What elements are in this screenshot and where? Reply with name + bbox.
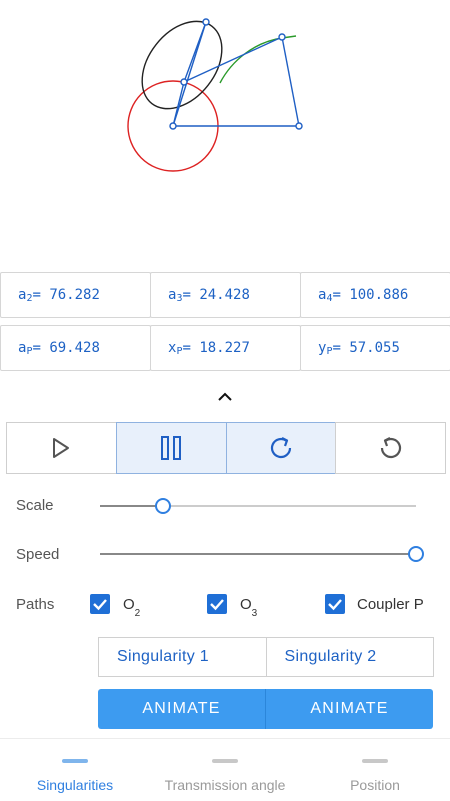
checkmark-icon (93, 599, 107, 611)
pause-button[interactable] (115, 422, 227, 474)
play-button[interactable] (6, 422, 117, 474)
reload-button[interactable] (225, 422, 337, 474)
nav-tab-transmission-angle[interactable]: Transmission angle (150, 739, 300, 801)
reload-icon (270, 437, 291, 459)
joint-o4[interactable] (295, 122, 303, 130)
joint-p[interactable] (202, 18, 210, 26)
animate-singularity-1-button[interactable]: ANIMATE (98, 689, 266, 729)
playback-controls (6, 422, 446, 474)
scale-slider-thumb[interactable] (155, 498, 172, 514)
play-icon (53, 438, 70, 458)
checkmark-icon (210, 599, 224, 611)
param-row-2: aP = 69.428 xP = 18.227 yP = 57.055 (0, 325, 450, 371)
o2-path-checkbox[interactable] (90, 594, 110, 614)
singularity-selector: Singularity 1 Singularity 2 (98, 637, 434, 677)
nav-tab-position[interactable]: Position (300, 739, 450, 801)
speed-slider-thumb[interactable] (408, 546, 424, 562)
linkage-canvas[interactable] (0, 0, 450, 260)
param-xp[interactable]: xP = 18.227 (150, 325, 301, 371)
param-ap[interactable]: aP = 69.428 (0, 325, 151, 371)
nav-tab-label: Transmission angle (164, 777, 286, 793)
nav-tab-singularities[interactable]: Singularities (0, 739, 150, 801)
speed-slider-fill (100, 553, 416, 555)
animate-singularity-2-button[interactable]: ANIMATE (266, 689, 433, 729)
nav-tab-label: Position (350, 777, 400, 793)
param-yp[interactable]: yP = 57.055 (300, 325, 450, 371)
tab-indicator (212, 759, 238, 763)
singularity-2-button[interactable]: Singularity 2 (265, 637, 434, 677)
reset-button[interactable] (335, 422, 446, 474)
checkmark-icon (328, 599, 342, 611)
tab-indicator (362, 759, 388, 763)
param-row-1: a2 = 76.282 a3 = 24.428 a4 = 100.886 (0, 272, 450, 318)
o2-path-label: O2 (123, 596, 141, 619)
rocker-link (281, 36, 300, 127)
param-a2[interactable]: a2 = 76.282 (0, 272, 151, 318)
joint-o2[interactable] (169, 122, 177, 130)
param-a3[interactable]: a3 = 24.428 (150, 272, 301, 318)
speed-slider[interactable] (100, 546, 424, 562)
param-a4[interactable]: a4 = 100.886 (300, 272, 450, 318)
animate-buttons: ANIMATE ANIMATE (98, 689, 433, 729)
scale-label: Scale (16, 497, 54, 514)
tab-indicator (62, 759, 88, 763)
singularity-1-button[interactable]: Singularity 1 (98, 637, 267, 677)
speed-label: Speed (16, 546, 60, 563)
joint-a[interactable] (180, 78, 188, 86)
nav-tab-label: Singularities (36, 777, 114, 793)
scale-slider[interactable] (100, 498, 416, 514)
coupler-path-label: Coupler P (357, 596, 424, 613)
pause-icon (161, 436, 182, 460)
coupler-path-checkbox[interactable] (325, 594, 345, 614)
scale-slider-fill (100, 505, 164, 507)
chevron-up-icon[interactable] (214, 389, 236, 405)
o3-path-checkbox[interactable] (207, 594, 227, 614)
reset-icon (380, 437, 401, 459)
bottom-navigation: Singularities Transmission angle Positio… (0, 738, 450, 801)
paths-label: Paths (16, 596, 55, 613)
joint-b[interactable] (278, 33, 286, 41)
o3-path-label: O3 (240, 596, 258, 619)
